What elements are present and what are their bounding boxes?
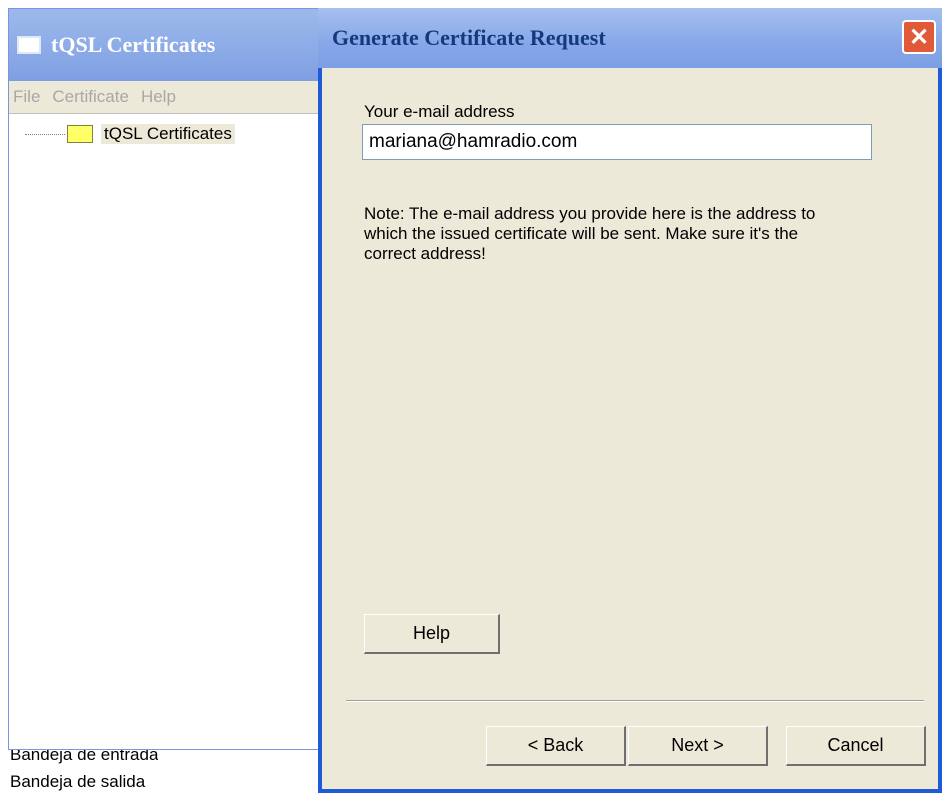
next-button[interactable]: Next >: [628, 726, 768, 766]
tree-item-root[interactable]: tQSL Certificates: [25, 124, 235, 144]
menu-bar: File Certificate Help: [9, 81, 325, 113]
close-button[interactable]: ✕: [902, 20, 936, 54]
back-button[interactable]: < Back: [486, 726, 626, 766]
background-window-title: tQSL Certificates: [51, 32, 216, 57]
dialog-title: Generate Certificate Request: [332, 25, 606, 50]
folder-icon: [67, 125, 93, 143]
menu-file[interactable]: File: [13, 87, 40, 107]
cancel-button[interactable]: Cancel: [786, 726, 926, 766]
generate-certificate-dialog: Generate Certificate Request ✕ Your e-ma…: [318, 8, 942, 793]
tree-connector: [25, 133, 65, 135]
close-icon: ✕: [908, 23, 930, 51]
background-titlebar[interactable]: tQSL Certificates: [9, 9, 325, 81]
tree-item-label: tQSL Certificates: [101, 124, 235, 144]
email-label: Your e-mail address: [364, 102, 515, 121]
help-button[interactable]: Help: [364, 614, 500, 654]
dialog-titlebar[interactable]: Generate Certificate Request ✕: [318, 8, 942, 68]
background-window: tQSL Certificates File Certificate Help …: [8, 8, 326, 750]
taskbar-item-inbox[interactable]: Bandeja de entrada: [10, 750, 158, 764]
email-input[interactable]: [362, 124, 872, 160]
taskbar-item-outbox[interactable]: Bandeja de salida: [10, 772, 145, 792]
menu-certificate[interactable]: Certificate: [52, 87, 129, 107]
certificate-tree[interactable]: tQSL Certificates: [9, 113, 325, 749]
window-icon: [17, 36, 41, 54]
separator: [346, 700, 924, 702]
menu-help[interactable]: Help: [141, 87, 176, 107]
email-note: Note: The e-mail address you provide her…: [364, 204, 816, 263]
